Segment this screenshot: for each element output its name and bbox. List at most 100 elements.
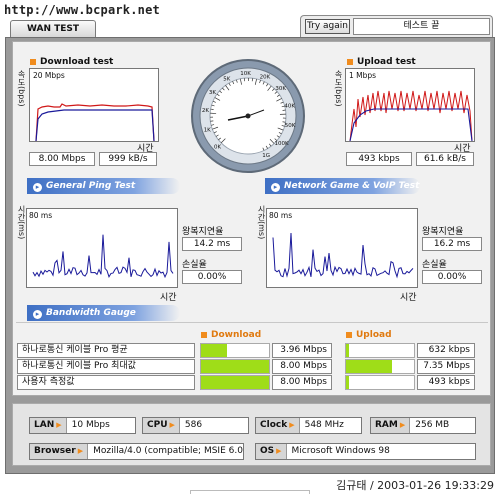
watermark-text: http://www.bcpark.net <box>4 3 160 17</box>
upload-bar-track <box>345 343 415 358</box>
gauge-tick-label: 3K <box>209 90 216 96</box>
sys-cpu: CPU ▶ 586 <box>142 417 249 434</box>
sys-os: OS ▶ Microsoft Windows 98 <box>255 443 476 460</box>
gauge-tick-label: 1G <box>262 153 270 159</box>
bandwidth-row-name: 사용자 측정값 <box>17 375 195 390</box>
download-bar-value: 8.00 Mbps <box>272 375 332 390</box>
sys-cpu-key: CPU ▶ <box>143 418 180 433</box>
upload-ylabel: 속도(bps) <box>334 70 343 107</box>
sys-clock: Clock ▶ 548 MHz <box>255 417 362 434</box>
sys-browser-value: Mozilla/4.0 (compatible; MSIE 6.0 <box>93 446 243 456</box>
tab-wan-test[interactable]: WAN TEST <box>10 20 96 37</box>
sys-os-key-text: OS <box>260 446 275 456</box>
divider <box>16 322 488 323</box>
upload-title: Upload test <box>347 57 416 67</box>
sys-lan-value: 10 Mbps <box>71 420 110 430</box>
game-test-title: Network Game & VoIP Test <box>284 181 420 191</box>
try-again-button[interactable]: Try again <box>305 19 350 34</box>
col-upload-text: Upload <box>356 330 392 340</box>
upload-bar-fill <box>346 376 349 389</box>
download-bar-fill <box>201 360 269 373</box>
game-rtt-value: 16.2 ms <box>422 237 482 251</box>
download-line-blue <box>35 109 155 141</box>
ping-xlabel: 시간 <box>160 293 177 303</box>
arrow-icon: ▸ <box>33 310 42 319</box>
ping-line <box>32 234 174 279</box>
game-line <box>272 232 414 279</box>
game-test-header: ▸ Network Game & VoIP Test <box>265 178 420 194</box>
bandwidth-row-name: 하나로통신 케이블 Pro 평균 <box>17 343 195 358</box>
sys-clock-key: Clock ▶ <box>256 418 300 433</box>
triangle-icon: ▶ <box>289 421 295 429</box>
sys-browser-key-text: Browser <box>34 446 76 456</box>
upload-title-text: Upload test <box>357 57 416 67</box>
gauge-tick-label: 5K <box>223 77 230 83</box>
upload-bar-value: 7.35 Mbps <box>417 359 475 374</box>
download-bar-track <box>200 375 270 390</box>
download-speed-bps: 8.00 Mbps <box>29 152 95 166</box>
triangle-icon: ▶ <box>56 421 62 429</box>
upload-bar-track <box>345 359 415 374</box>
download-bar-track <box>200 343 270 358</box>
gauge-tick-label: 40K <box>284 104 295 110</box>
game-rtt-label: 왕복지연율 <box>422 227 464 237</box>
ping-rtt-value: 14.2 ms <box>182 237 242 251</box>
upload-speed-bytes: 61.6 kB/s <box>416 152 474 166</box>
ping-loss-value: 0.00% <box>182 270 242 284</box>
gauge-tick-label: 10K <box>240 71 251 77</box>
sys-lan: LAN ▶ 10 Mbps <box>29 417 136 434</box>
gauge-tick-label: 2K <box>202 108 209 114</box>
speed-gauge: 0K 1K 2K 3K 5K 10K 20K 30K 40K 50K 100K 1G <box>191 59 305 173</box>
col-upload: Upload <box>346 330 392 340</box>
bandwidth-gauge-title: Bandwidth Gauge <box>46 308 136 318</box>
sys-cpu-key-text: CPU <box>147 420 168 430</box>
triangle-icon: ▶ <box>169 421 175 429</box>
ping-test-header: ▸ General Ping Test <box>27 178 180 194</box>
sys-ram-key-text: RAM <box>375 420 398 430</box>
arrow-icon: ▸ <box>271 183 280 192</box>
test-status-field: 테스트 끝 <box>353 18 490 35</box>
download-bar-track <box>200 359 270 374</box>
gauge-tick-label: 50K <box>285 123 296 129</box>
game-chart: 80 ms <box>266 208 418 288</box>
sys-cpu-value: 586 <box>184 420 203 430</box>
ping-test-title: General Ping Test <box>46 181 136 191</box>
gauge-tick-label: 0K <box>214 144 221 150</box>
game-loss-value: 0.00% <box>422 270 482 284</box>
upload-bar-value: 632 kbps <box>417 343 475 358</box>
sys-ram: RAM ▶ 256 MB <box>370 417 476 434</box>
scrollbar-hint <box>190 490 310 494</box>
sys-browser-key: Browser ▶ <box>30 444 89 459</box>
ping-rtt-label: 왕복지연율 <box>182 227 224 237</box>
gauge-tick-label: 1K <box>204 128 211 134</box>
sys-browser: Browser ▶ Mozilla/4.0 (compatible; MSIE 6.… <box>29 443 244 460</box>
footer-signature: 김규태 / 2003-01-26 19:33:29 <box>336 479 494 492</box>
bullet-icon <box>30 58 36 65</box>
upload-bar-track <box>345 375 415 390</box>
upload-line-red <box>349 90 473 141</box>
arrow-icon: ▸ <box>33 183 42 192</box>
bandwidth-row-name: 하나로통신 케이블 Pro 최대값 <box>17 359 195 374</box>
triangle-icon: ▶ <box>77 447 84 455</box>
game-loss-label: 손실율 <box>422 260 447 270</box>
gauge-tick-label: 20K <box>260 74 271 80</box>
upload-bar-value: 493 kbps <box>417 375 475 390</box>
upload-chart: 1 Mbps <box>345 68 475 142</box>
download-bar-value: 3.96 Mbps <box>272 343 332 358</box>
bullet-icon <box>346 331 352 338</box>
upload-bar-fill <box>346 360 392 373</box>
download-title: Download test <box>30 57 113 67</box>
game-xlabel: 시간 <box>400 293 417 303</box>
upload-speed-bps: 493 kbps <box>346 152 412 166</box>
game-top-label: 80 ms <box>269 211 292 220</box>
gauge-tick-label: 100K <box>275 141 289 147</box>
triangle-icon: ▶ <box>276 447 282 455</box>
download-bar-fill <box>201 376 269 389</box>
download-chart: 20 Mbps <box>29 68 159 142</box>
col-download-text: Download <box>211 330 262 340</box>
sys-clock-value: 548 MHz <box>304 420 344 430</box>
download-ylabel: 속도(bps) <box>17 70 26 107</box>
download-bar-fill <box>201 344 227 357</box>
download-speed-bytes: 999 kB/s <box>99 152 157 166</box>
ping-loss-label: 손실율 <box>182 260 207 270</box>
